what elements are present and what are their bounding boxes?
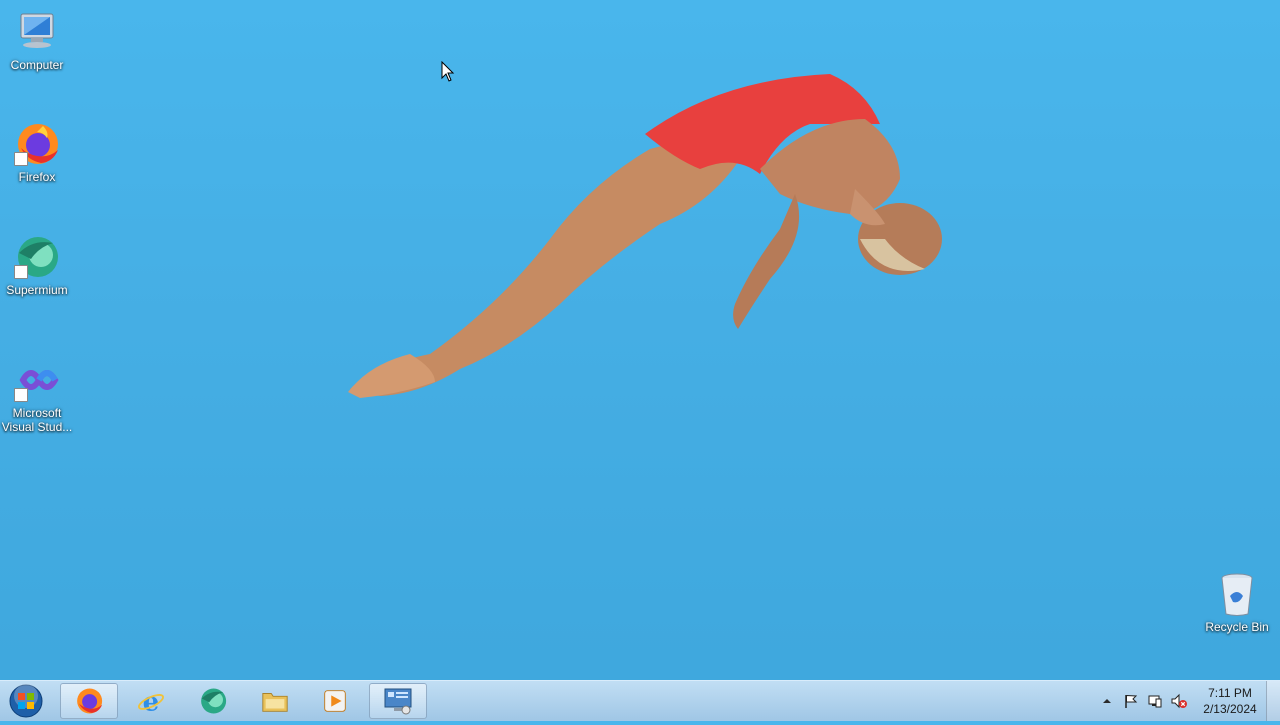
shortcut-arrow-icon [14, 388, 28, 402]
internet-explorer-icon: e [138, 686, 164, 716]
desktop-icon-visual-studio[interactable]: Microsoft Visual Stud... [0, 356, 75, 434]
start-button[interactable] [6, 682, 46, 720]
shortcut-arrow-icon [14, 265, 28, 279]
desktop-icon-recycle-bin[interactable]: Recycle Bin [1199, 570, 1275, 634]
show-desktop-button[interactable] [1266, 681, 1280, 721]
desktop-icon-supermium[interactable]: Supermium [0, 233, 75, 297]
media-player-icon [324, 690, 346, 712]
action-center-flag-icon[interactable] [1123, 693, 1139, 709]
network-icon[interactable] [1147, 693, 1163, 709]
desktop-icon-label: Microsoft Visual Stud... [1, 406, 73, 434]
taskbar-internet-explorer-button[interactable]: e [122, 683, 180, 719]
desktop-icon-label: Recycle Bin [1205, 620, 1269, 634]
desktop-icon-label: Supermium [6, 283, 68, 297]
desktop-icon-firefox[interactable]: Firefox [0, 120, 75, 184]
folder-icon [262, 693, 288, 712]
volume-muted-icon[interactable] [1171, 693, 1187, 709]
recycle-bin-icon [1213, 570, 1261, 618]
clock-time: 7:11 PM [1208, 686, 1252, 700]
taskbar: e 7:11 PM 2/13/2024 [0, 680, 1280, 721]
remote-desktop-icon [384, 688, 412, 715]
clock-date: 2/13/2024 [1203, 702, 1257, 716]
shortcut-arrow-icon [14, 152, 28, 166]
taskbar-supermium-button[interactable] [184, 683, 242, 719]
taskbar-media-player-button[interactable] [306, 683, 364, 719]
firefox-icon [13, 120, 61, 168]
windows-start-orb-icon [9, 684, 43, 718]
taskbar-firefox-button[interactable] [60, 683, 118, 719]
visual-studio-icon [13, 356, 61, 404]
firefox-icon [77, 688, 103, 714]
desktop-icon-label: Computer [10, 58, 64, 72]
supermium-icon [13, 233, 61, 281]
supermium-icon [201, 688, 227, 714]
taskbar-clock[interactable]: 7:11 PM 2/13/2024 [1196, 685, 1264, 717]
taskbar-file-explorer-button[interactable] [246, 683, 304, 719]
show-hidden-icons-icon[interactable] [1099, 693, 1115, 709]
diver-wallpaper [348, 74, 942, 398]
mouse-cursor-icon [441, 61, 455, 82]
taskbar-remote-desktop-button[interactable] [369, 683, 427, 719]
desktop-icon-computer[interactable]: Computer [0, 8, 75, 72]
computer-icon [13, 8, 61, 56]
svg-text:e: e [143, 686, 160, 716]
desktop-icon-label: Firefox [18, 170, 56, 184]
